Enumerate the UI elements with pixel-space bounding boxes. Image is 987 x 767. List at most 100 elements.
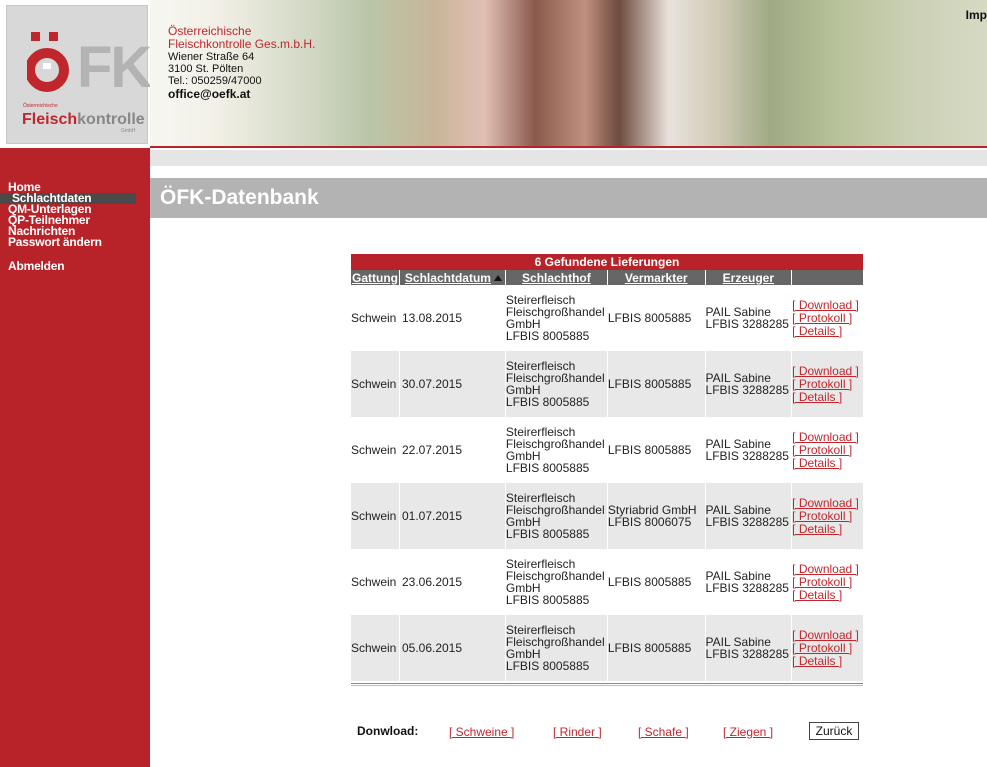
cell-schlachtdatum: 23.06.2015 [400, 549, 505, 615]
company-address: Österreichische Fleischkontrolle Ges.m.b… [168, 25, 316, 102]
cell-erzeuger-line: LFBIS 3288285 [705, 383, 789, 397]
protokoll-link[interactable]: [ Protokoll ] [792, 377, 863, 391]
back-button[interactable]: Zurück [809, 722, 859, 740]
impressum-link[interactable]: Imp [966, 8, 987, 22]
table-row: Schwein 30.07.2015 Steirerfleisch Fleischgr… [351, 351, 863, 417]
cell-gattung-line: Schwein [351, 509, 397, 523]
download-label: Donwload: [357, 724, 419, 738]
cell-schlachthof: Steirerfleisch Fleischgroßhandel GmbH LFBIS… [506, 417, 607, 483]
cell-schlachthof-line: LFBIS 8005885 [505, 527, 590, 541]
cell-erzeuger: PAIL Sabine LFBIS 3288285 [705, 483, 792, 549]
cell-schlachtdatum: 05.06.2015 [399, 615, 505, 681]
company-street: Wiener Straße 64 [168, 51, 255, 63]
company-email[interactable]: office@oefk.at [168, 87, 315, 101]
cell-vermarkter-line: LFBIS 8005885 [607, 377, 692, 391]
cell-gattung-line: Schwein [351, 641, 397, 655]
title-bar: ÖFK-Datenbank [150, 178, 987, 218]
company-name-line2: Fleischkontrolle Ges.m.b.H. [168, 37, 316, 51]
cell-schlachthof-line: LFBIS 8005885 [505, 461, 590, 475]
download-link[interactable]: [ Download ] [792, 562, 863, 576]
cell-actions: [ Download ][ Protokoll ][ Details ] [792, 417, 863, 483]
cell-vermarkter: LFBIS 8005885 [607, 615, 705, 681]
cell-erzeuger: PAIL Sabine LFBIS 3288285 [705, 615, 792, 681]
download-link[interactable]: [ Download ] [792, 364, 863, 378]
cell-gattung: Schwein [351, 483, 399, 549]
table-row: Schwein 01.07.2015 Steirerfleisch Fleischgr… [351, 483, 863, 549]
cell-gattung: Schwein [351, 417, 399, 483]
cell-actions: [ Download ][ Protokoll ][ Details ] [792, 351, 863, 417]
cell-gattung-line: Schwein [351, 443, 397, 457]
column-header-vermarkter[interactable]: Vermarkter [607, 270, 705, 285]
cell-schlachthof: Steirerfleisch Fleischgroßhandel GmbH LFBIS… [505, 351, 607, 417]
protokoll-link[interactable]: [ Protokoll ] [792, 311, 863, 325]
download-ziegen-link[interactable]: [ Ziegen ] [723, 725, 773, 739]
cell-gattung-line: Schwein [351, 575, 397, 589]
download-rinder-link[interactable]: [ Rinder ] [553, 725, 602, 739]
cell-erzeuger-line: LFBIS 3288285 [705, 515, 789, 529]
oefk-logo[interactable]: FK Österreichische Fleischkontrolle GmbH [6, 5, 152, 144]
protokoll-link[interactable]: [ Protokoll ] [792, 575, 863, 589]
cell-vermarkter: LFBIS 8005885 [608, 549, 705, 615]
cell-schlachthof: Steirerfleisch Fleischgroßhandel GmbH LFBIS… [505, 615, 607, 681]
cell-schlachtdatum-line: 01.07.2015 [401, 509, 463, 523]
logo-small-text: Österreichische [23, 103, 58, 109]
cell-schlachtdatum: 22.07.2015 [400, 417, 505, 483]
cell-gattung: Schwein [351, 549, 399, 615]
cell-vermarkter: LFBIS 8005885 [607, 351, 705, 417]
cell-gattung: Schwein [351, 615, 399, 681]
cell-schlachtdatum-line: 22.07.2015 [401, 443, 463, 457]
sidebar-item-passwort-aendern[interactable]: Passwort ändern [8, 236, 136, 248]
cell-schlachthof-line: LFBIS 8005885 [505, 395, 590, 409]
column-header-erzeuger[interactable]: Erzeuger [705, 270, 792, 285]
details-link[interactable]: [ Details ] [792, 390, 863, 404]
logo-brand-text: Fleischkontrolle [22, 111, 145, 128]
details-link[interactable]: [ Details ] [792, 654, 863, 668]
results-table: Gattung Schlachtdatum Schlachthof Vermar… [350, 270, 864, 681]
download-schweine-link[interactable]: [ Schweine ] [449, 725, 514, 739]
download-link[interactable]: [ Download ] [792, 430, 863, 444]
sidebar-item-abmelden[interactable]: Abmelden [8, 260, 136, 272]
download-link[interactable]: [ Download ] [792, 496, 863, 510]
column-header-schlachtdatum[interactable]: Schlachtdatum [399, 270, 505, 285]
cell-actions: [ Download ][ Protokoll ][ Details ] [792, 615, 863, 681]
cell-vermarkter-line: LFBIS 8005885 [607, 443, 692, 457]
table-header-row: Gattung Schlachtdatum Schlachthof Vermar… [351, 270, 863, 285]
cell-schlachthof-line: LFBIS 8005885 [505, 593, 590, 607]
protokoll-link[interactable]: [ Protokoll ] [792, 509, 863, 523]
cell-schlachthof-line: LFBIS 8005885 [505, 329, 590, 343]
cell-actions: [ Download ][ Protokoll ][ Details ] [792, 483, 863, 549]
cell-schlachthof: Steirerfleisch Fleischgroßhandel GmbH LFBIS… [505, 483, 607, 549]
cell-erzeuger: PAIL Sabine LFBIS 3288285 [706, 285, 792, 351]
cell-vermarkter-line: LFBIS 8005885 [607, 311, 692, 325]
download-bar: Donwload: [ Schweine ] [ Rinder ] [ Scha… [357, 722, 861, 742]
column-header-actions [792, 270, 863, 285]
sidebar-nav: Home Schlachtdaten QM-Unterlagen QP-Teil… [0, 181, 136, 272]
details-link[interactable]: [ Details ] [792, 588, 863, 602]
table-row: Schwein 05.06.2015 Steirerfleisch Fleischgr… [351, 615, 863, 681]
download-link[interactable]: [ Download ] [792, 298, 863, 312]
column-header-gattung[interactable]: Gattung [351, 270, 399, 285]
details-link[interactable]: [ Details ] [792, 456, 863, 470]
cell-schlachtdatum-line: 23.06.2015 [401, 575, 463, 589]
details-link[interactable]: [ Details ] [792, 324, 863, 338]
cell-vermarkter-line: LFBIS 8006075 [607, 515, 692, 529]
cell-schlachtdatum-line: 30.07.2015 [401, 377, 463, 391]
column-header-schlachthof[interactable]: Schlachthof [505, 270, 607, 285]
logo-gmbh-text: GmbH [121, 128, 136, 134]
cell-schlachtdatum-line: 05.06.2015 [401, 641, 463, 655]
cell-actions: [ Download ][ Protokoll ][ Details ] [792, 549, 863, 615]
cell-erzeuger-line: LFBIS 3288285 [705, 647, 789, 661]
protokoll-link[interactable]: [ Protokoll ] [792, 641, 863, 655]
details-link[interactable]: [ Details ] [792, 522, 863, 536]
cell-vermarkter: LFBIS 8005885 [608, 285, 705, 351]
download-link[interactable]: [ Download ] [792, 628, 863, 642]
header-divider-strip [150, 150, 987, 166]
cell-actions: [ Download ][ Protokoll ][ Details ] [792, 285, 863, 351]
protokoll-link[interactable]: [ Protokoll ] [792, 443, 863, 457]
oe-letter-icon [27, 32, 69, 92]
table-row: Schwein 13.08.2015 Steirerfleisch Fleischgr… [351, 285, 863, 351]
cell-schlachthof: Steirerfleisch Fleischgroßhandel GmbH LFBIS… [506, 549, 607, 615]
cell-schlachtdatum: 13.08.2015 [400, 285, 505, 351]
download-schafe-link[interactable]: [ Schafe ] [638, 725, 689, 739]
cell-erzeuger: PAIL Sabine LFBIS 3288285 [706, 549, 792, 615]
